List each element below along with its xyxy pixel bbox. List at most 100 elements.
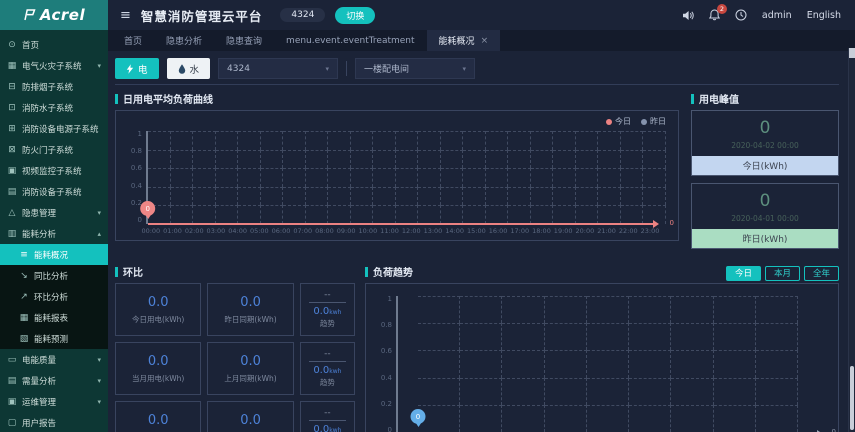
trend-unit: kwh: [329, 427, 342, 432]
tab-home[interactable]: 首页: [112, 30, 154, 51]
tab-label: 隐患分析: [166, 37, 203, 47]
clock-icon[interactable]: [735, 9, 747, 21]
sidebar-item-energy-report[interactable]: ▦ 能耗报表: [0, 307, 108, 328]
sidebar-item-energy-overview[interactable]: ≡ 能耗概况: [0, 244, 108, 265]
sidebar-item-power-quality[interactable]: ▭ 电能质量 ▾: [0, 349, 108, 370]
x-axis-tick: 17:00: [510, 227, 530, 235]
electric-toggle-button[interactable]: 电: [115, 58, 159, 79]
electrical-fire-icon: ▦: [7, 60, 17, 71]
sidebar-item-video-surveillance[interactable]: ▣ 视频监控子系统: [0, 160, 108, 181]
data-point-marker: 0: [410, 409, 426, 424]
y-axis-tick: 0.8: [380, 321, 392, 330]
sidebar-item-equipment-power[interactable]: ⊞ 消防设备电源子系统: [0, 118, 108, 139]
period-button-month[interactable]: 本月: [764, 265, 800, 281]
user-menu[interactable]: admin: [762, 10, 792, 21]
tab-event-treatment[interactable]: menu.event.eventTreatment: [274, 30, 427, 51]
daily-load-chart: 今日 昨日 1 0.8 0.6 0.4 0.2 0 0 0 00:00 01:0…: [115, 110, 679, 241]
row-bottom: 环比 0.0 今日用电(kWh) 0.0 昨日同期(kWh) -- 0.0kwh…: [115, 263, 839, 432]
page-scrollbar[interactable]: [848, 48, 855, 432]
sidebar-item-label: 消防设备子系统: [22, 187, 82, 198]
scrollbar-thumb[interactable]: [850, 366, 854, 430]
sidebar-item-label: 防排烟子系统: [22, 82, 74, 93]
trend-value: 0.0: [313, 424, 330, 432]
energy-analysis-submenu: ≡ 能耗概况 ↘ 同比分析 ↗ 环比分析 ▦ 能耗报表 ▧ 能耗预测: [0, 244, 108, 349]
sidebar-item-fire-water[interactable]: ⊡ 消防水子系统: [0, 97, 108, 118]
stat-label: 昨日同期(kWh): [224, 314, 277, 324]
sidebar-item-smoke-control[interactable]: ⊟ 防排烟子系统: [0, 76, 108, 97]
water-label: 水: [189, 64, 200, 76]
title-accent-bar: [691, 93, 694, 104]
y-axis-tick: 0.6: [130, 164, 142, 173]
language-switch[interactable]: English: [807, 10, 841, 21]
sidebar-item-label: 能耗报表: [34, 313, 69, 324]
energy-report-icon: ▦: [19, 312, 29, 323]
data-point-marker: 0: [140, 201, 156, 216]
speaker-icon[interactable]: [682, 10, 694, 21]
home-icon: ⊙: [8, 39, 16, 50]
x-axis-tick: 07:00: [293, 227, 313, 235]
device-select[interactable]: 4324 ▾: [218, 58, 339, 79]
switch-project-button[interactable]: 切换: [335, 6, 376, 24]
sidebar-item-energy-analysis[interactable]: ▥ 能耗分析 ▴: [0, 223, 108, 244]
x-axis-tick: 18:00: [532, 227, 551, 235]
sidebar-item-label: 用户报告: [22, 418, 57, 429]
period-button-today[interactable]: 今日: [725, 265, 761, 281]
x-axis-tick: 20:00: [575, 227, 595, 235]
legend-yesterday[interactable]: 昨日: [641, 116, 666, 127]
sidebar-item-home[interactable]: ⊙ 首页: [0, 34, 108, 55]
trend-value-row: 0.0kwh: [313, 424, 341, 432]
sidebar-item-yoy-analysis[interactable]: ↘ 同比分析: [0, 265, 108, 286]
hazard-icon: △: [8, 207, 16, 218]
fire-equipment-icon: ▤: [7, 186, 17, 197]
trend-dash: --: [324, 290, 331, 300]
sidebar-item-hazard-management[interactable]: △ 隐患管理 ▾: [0, 202, 108, 223]
sidebar-item-user-report[interactable]: ▢ 用户报告: [0, 412, 108, 432]
chart-legend: 今日 昨日: [606, 116, 666, 127]
sidebar-item-ops-management[interactable]: ▣ 运维管理 ▾: [0, 391, 108, 412]
section-title-text: 日用电平均负荷曲线: [123, 95, 213, 106]
trend-card-year: -- 0.0kwh 趋势: [299, 401, 355, 432]
section-title-peak: 用电峰值: [691, 92, 839, 106]
smoke-control-icon: ⊟: [8, 81, 16, 92]
period-button-year[interactable]: 全年: [803, 265, 839, 281]
legend-today[interactable]: 今日: [606, 116, 631, 127]
close-icon[interactable]: ×: [481, 36, 489, 46]
x-axis-tick: 09:00: [336, 227, 356, 235]
huanbi-section: 环比 0.0 今日用电(kWh) 0.0 昨日同期(kWh) -- 0.0kwh…: [115, 263, 355, 432]
sidebar-item-energy-forecast[interactable]: ▧ 能耗预测: [0, 328, 108, 349]
bell-icon[interactable]: 2: [708, 4, 727, 21]
sidebar-item-label: 首页: [22, 40, 40, 51]
x-axis-tick: 22:00: [618, 227, 638, 235]
hamburger-menu-icon[interactable]: ≡: [120, 8, 131, 23]
circuit-select-value: 一楼配电间: [364, 65, 410, 75]
peak-timestamp: 2020-04-02 00:00: [731, 141, 799, 150]
sidebar-item-demand-analysis[interactable]: ▤ 需量分析 ▾: [0, 370, 108, 391]
row-daily: 日用电平均负荷曲线 今日 昨日 1 0.8 0.6 0.4 0.2 0 0 0 …: [115, 90, 839, 256]
tab-hazard-analysis[interactable]: 隐患分析: [154, 30, 214, 51]
tab-hazard-query[interactable]: 隐患查询: [214, 30, 274, 51]
device-select-value: 4324: [227, 63, 250, 74]
trend-value-row: 0.0kwh: [313, 306, 341, 317]
x-axis-tick: 01:00: [163, 227, 182, 235]
scrollbar-up-button[interactable]: [849, 48, 855, 58]
sidebar-item-mom-analysis[interactable]: ↗ 环比分析: [0, 286, 108, 307]
water-toggle-button[interactable]: 水: [166, 58, 211, 79]
plot-wrap: 1 0.8 0.6 0.4 0.2 0 0 0: [372, 296, 836, 432]
title-accent-bar: [365, 266, 368, 277]
sidebar-item-electrical-fire[interactable]: ▦ 电气火灾子系统 ▾: [0, 55, 108, 76]
x-axis-tick: 14:00: [445, 227, 465, 235]
logo-text: Acrel: [39, 6, 86, 24]
peak-card-today: 0 2020-04-02 00:00 今日(kWh): [691, 110, 839, 176]
sidebar-item-fire-door[interactable]: ⊠ 防火门子系统: [0, 139, 108, 160]
topbar-actions: 2 admin English: [682, 4, 841, 21]
app-window: Acrel ⊙ 首页 ▦ 电气火灾子系统 ▾ ⊟ 防排烟子系统 ⊡ 消防水子系统…: [0, 0, 855, 432]
chevron-down-icon: ▾: [97, 355, 101, 364]
sidebar-item-fire-equipment[interactable]: ▤ 消防设备子系统: [0, 181, 108, 202]
circuit-select[interactable]: 一楼配电间 ▾: [355, 58, 476, 79]
divider: [308, 420, 346, 421]
title-accent-bar: [115, 93, 118, 104]
sidebar-item-label: 能耗预测: [34, 334, 69, 345]
tab-energy-overview[interactable]: 能耗概况 ×: [426, 30, 501, 51]
legend-dot-yesterday: [641, 118, 647, 125]
energy-analysis-icon: ▥: [7, 228, 17, 239]
